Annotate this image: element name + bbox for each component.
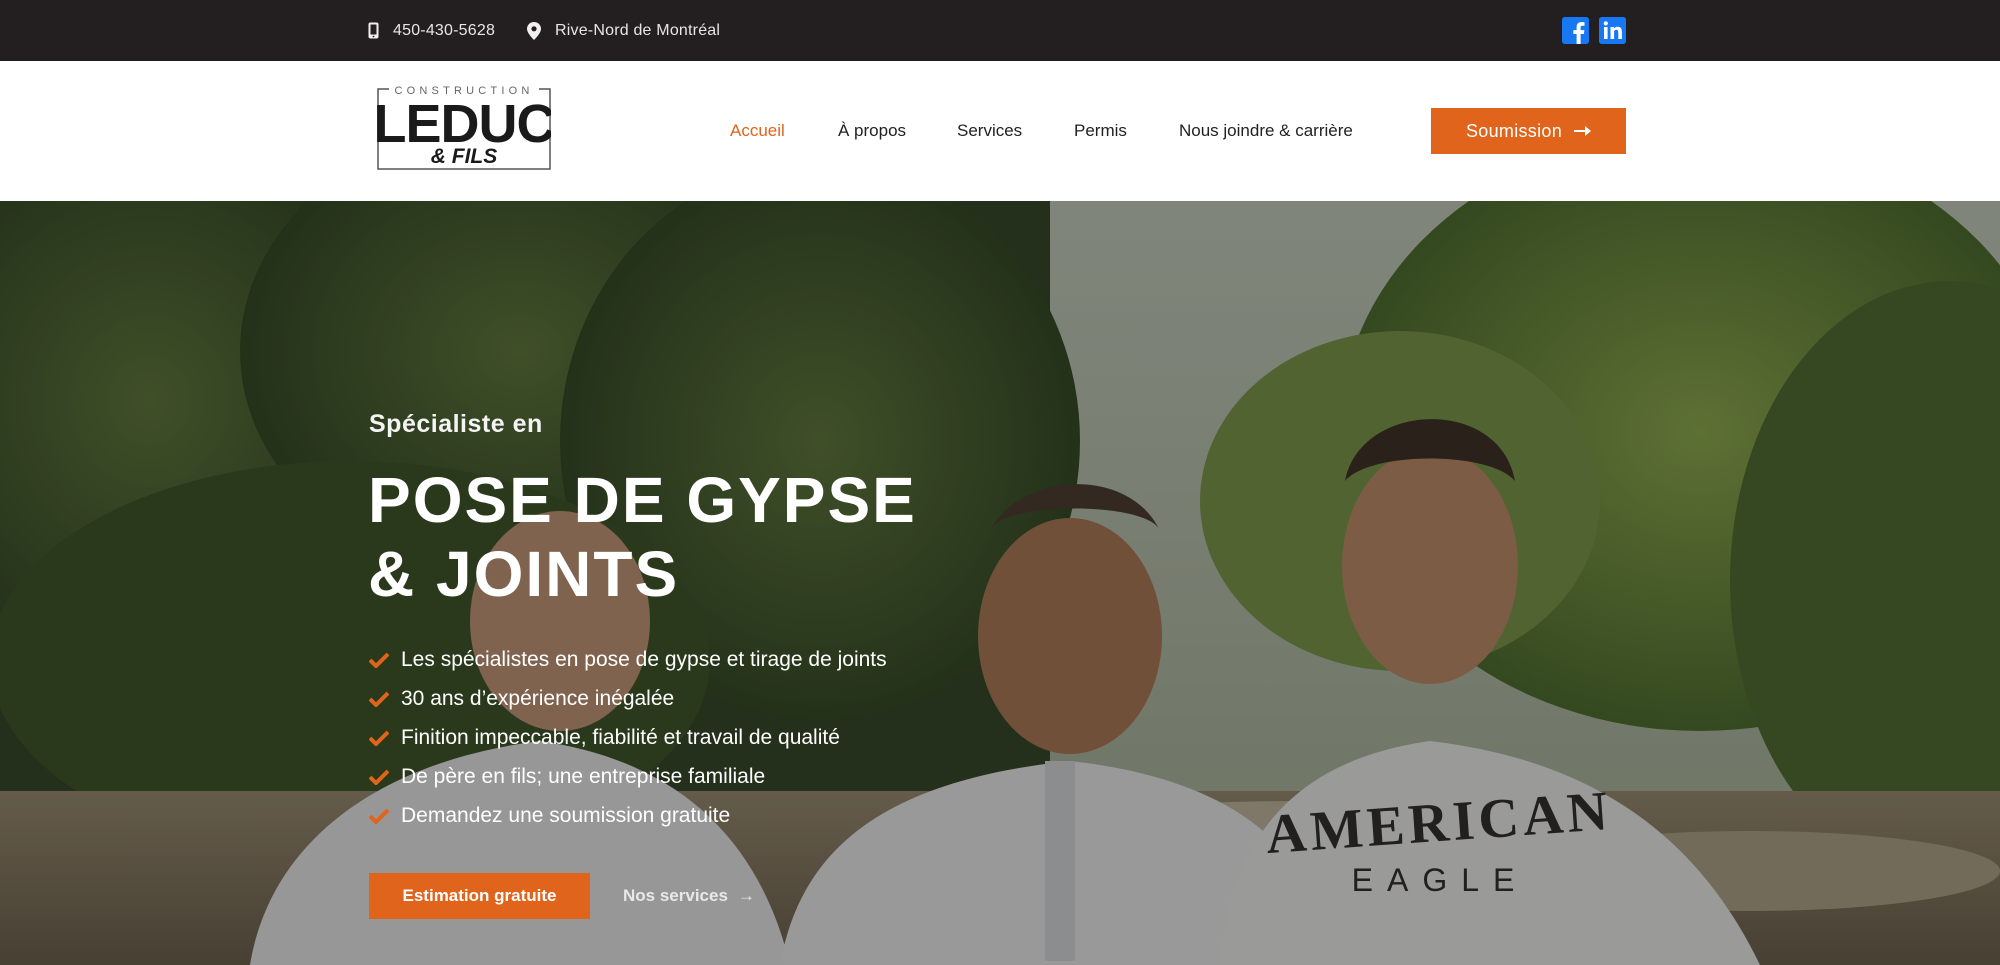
estimation-gratuite-button[interactable]: Estimation gratuite: [369, 873, 590, 919]
facebook-link[interactable]: [1562, 17, 1589, 44]
location-info: Rive-Nord de Montréal: [527, 0, 720, 61]
hero-kicker: Spécialiste en: [369, 410, 543, 438]
benefit-text: Finition impeccable, fiabilité et travai…: [401, 725, 840, 749]
benefit-text: De père en fils; une entreprise familial…: [401, 764, 766, 788]
hero-title-line-2: & JOINTS: [368, 538, 680, 610]
benefit-item: Demandez une soumission gratuite: [369, 796, 887, 835]
phone-contact[interactable]: 450-430-5628: [368, 0, 495, 61]
hero-title-line-1: POSE DE GYPSE: [368, 464, 917, 536]
benefit-text: Les spécialistes en pose de gypse et tir…: [401, 647, 887, 671]
benefit-text: Demandez une soumission gratuite: [401, 803, 731, 827]
checkmark-icon: [369, 652, 391, 668]
linkedin-link[interactable]: [1599, 17, 1626, 44]
benefits-list: Les spécialistes en pose de gypse et tir…: [369, 640, 887, 835]
phone-number[interactable]: 450-430-5628: [393, 22, 495, 40]
nav-nous-joindre-carriere[interactable]: Nous joindre & carrière: [1179, 121, 1353, 141]
benefit-item: De père en fils; une entreprise familial…: [369, 757, 887, 796]
checkmark-icon: [369, 808, 391, 824]
nav-a-propos[interactable]: À propos: [838, 121, 906, 141]
checkmark-icon: [369, 730, 391, 746]
soumission-button-label: Soumission: [1465, 120, 1563, 141]
map-pin-icon: [527, 21, 541, 40]
benefit-text: 30 ans d’expérience inégalée: [401, 686, 675, 710]
top-contact-bar: 450-430-5628 Rive-Nord de Montréal: [0, 0, 2000, 61]
hero-dark-overlay: [0, 201, 2000, 965]
svg-text:& FILS: & FILS: [431, 145, 498, 168]
mobile-phone-icon: [368, 22, 379, 39]
soumission-button[interactable]: Soumission: [1431, 108, 1626, 154]
benefit-item: Les spécialistes en pose de gypse et tir…: [369, 640, 887, 679]
benefit-item: Finition impeccable, fiabilité et travai…: [369, 718, 887, 757]
nos-services-link[interactable]: Nos services →: [623, 873, 755, 919]
arrow-right-icon: →: [737, 886, 755, 905]
company-logo[interactable]: CONSTRUCTION LEDUC & FILS: [374, 83, 556, 171]
site-header: CONSTRUCTION LEDUC & FILS Accueil À prop…: [0, 61, 2000, 201]
benefit-item: 30 ans d’expérience inégalée: [369, 679, 887, 718]
arrow-right-icon: [1574, 126, 1592, 136]
linkedin-icon: [1599, 17, 1626, 44]
location-text: Rive-Nord de Montréal: [555, 21, 721, 39]
nav-services[interactable]: Services: [957, 121, 1022, 141]
checkmark-icon: [369, 769, 391, 785]
hero-title: POSE DE GYPSE & JOINTS: [368, 463, 917, 611]
nav-permis[interactable]: Permis: [1074, 121, 1127, 141]
checkmark-icon: [369, 691, 391, 707]
facebook-icon: [1562, 17, 1589, 44]
nos-services-label: Nos services: [623, 886, 728, 905]
hero-section: AMERICAN EAGLE Spécialiste en POSE DE GY…: [0, 201, 2000, 965]
nav-accueil[interactable]: Accueil: [730, 121, 785, 141]
